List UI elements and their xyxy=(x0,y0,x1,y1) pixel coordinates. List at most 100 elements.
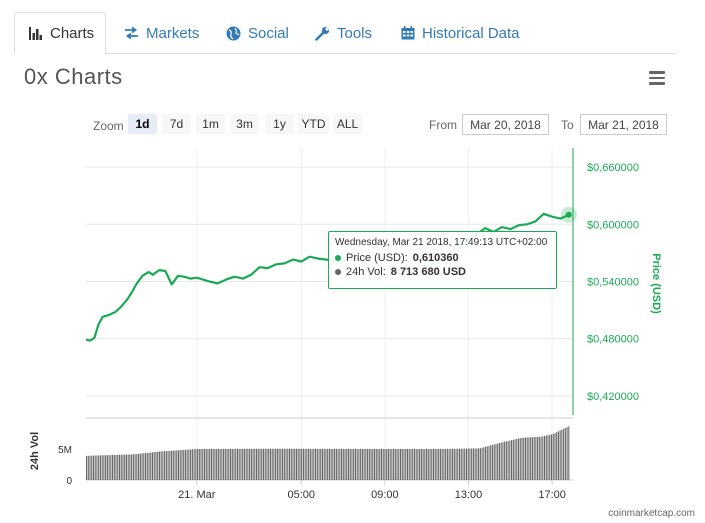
zoom-all-button[interactable]: ALL xyxy=(333,114,362,134)
price-tick-label: $0,420000 xyxy=(587,391,639,403)
volume-bar xyxy=(488,445,490,480)
volume-bar xyxy=(259,448,261,480)
volume-bar xyxy=(559,430,561,480)
hamburger-menu-icon[interactable] xyxy=(649,71,665,85)
volume-bar xyxy=(273,448,275,480)
from-date-input[interactable]: Mar 20, 2018 xyxy=(462,114,549,135)
volume-bar xyxy=(323,448,325,480)
volume-bar xyxy=(516,438,518,480)
volume-bar xyxy=(434,449,436,480)
volume-bar xyxy=(238,448,240,480)
volume-bar xyxy=(476,448,478,480)
zoom-7d-button[interactable]: 7d xyxy=(162,114,191,134)
volume-bar xyxy=(160,451,162,480)
volume-bar xyxy=(346,448,348,480)
volume-bar xyxy=(153,452,155,480)
volume-bar xyxy=(139,453,141,480)
zoom-ytd-button[interactable]: YTD xyxy=(298,114,329,134)
volume-bar xyxy=(410,449,412,480)
volume-bar xyxy=(136,454,138,480)
tab-historical-data-label: Historical Data xyxy=(422,24,520,42)
volume-bar xyxy=(221,448,223,480)
price-tick-label: $0,480000 xyxy=(587,334,639,346)
wrench-icon xyxy=(315,26,330,41)
volume-bar xyxy=(537,436,539,480)
volume-bar xyxy=(242,448,244,480)
volume-bar xyxy=(443,448,445,480)
tab-charts[interactable]: Charts xyxy=(14,12,106,55)
volume-bar xyxy=(361,448,363,480)
volume-bar xyxy=(462,448,464,480)
volume-bar xyxy=(181,450,183,480)
volume-bar xyxy=(233,448,235,480)
volume-bar xyxy=(498,443,500,480)
credit-text[interactable]: coinmarketcap.com xyxy=(608,508,695,519)
volume-bar xyxy=(245,448,247,480)
price-tick-label: $0,540000 xyxy=(587,277,639,289)
volume-bar xyxy=(174,450,176,480)
volume-bar xyxy=(308,448,310,480)
volume-bar xyxy=(186,449,188,480)
volume-bar xyxy=(427,449,429,480)
tab-social[interactable]: Social xyxy=(216,12,299,54)
volume-bar xyxy=(205,448,207,480)
volume-bar xyxy=(356,448,358,480)
volume-bar xyxy=(229,448,232,480)
volume-bar xyxy=(360,448,362,480)
volume-bar xyxy=(240,448,242,480)
tab-markets[interactable]: Markets xyxy=(114,12,209,54)
volume-tick-label: 5M xyxy=(58,445,72,456)
volume-bar xyxy=(106,455,108,480)
volume-bar xyxy=(224,448,226,480)
volume-bar xyxy=(86,455,88,480)
volume-bar xyxy=(92,455,95,480)
volume-bar xyxy=(306,448,308,480)
price-volume-chart[interactable]: $0,420000 $0,480000 $0,540000 $0,600000 $0,6… xyxy=(0,140,705,505)
x-tick-label: 05:00 xyxy=(288,489,316,501)
tab-markets-label: Markets xyxy=(146,24,200,42)
volume-bar xyxy=(373,449,376,480)
volume-bar xyxy=(103,455,105,480)
volume-bar xyxy=(243,448,245,480)
volume-bar xyxy=(465,448,468,480)
zoom-1m-button[interactable]: 1m xyxy=(196,114,225,134)
zoom-1d-button[interactable]: 1d xyxy=(128,114,157,134)
tab-tools-label: Tools xyxy=(337,24,373,42)
tab-historical-data[interactable]: Historical Data xyxy=(391,12,530,54)
volume-bar xyxy=(538,436,540,480)
volume-bar xyxy=(318,448,320,480)
volume-bar xyxy=(288,448,291,480)
volume-bar xyxy=(283,448,285,480)
volume-bar xyxy=(375,449,377,480)
volume-bar xyxy=(280,448,282,480)
volume-bar xyxy=(177,450,180,480)
zoom-3m-button[interactable]: 3m xyxy=(230,114,259,134)
volume-bar xyxy=(254,448,256,480)
volume-bar xyxy=(401,449,403,480)
volume-bar xyxy=(438,448,440,480)
volume-bar xyxy=(469,448,471,480)
to-date-input[interactable]: Mar 21, 2018 xyxy=(580,114,667,135)
tab-tools[interactable]: Tools xyxy=(305,12,382,54)
volume-bar xyxy=(282,448,284,480)
volume-bar xyxy=(228,448,230,480)
x-tick-label: 21. Mar xyxy=(178,489,216,501)
volume-bar xyxy=(504,441,506,480)
volume-bar xyxy=(183,449,185,480)
volume-bar xyxy=(209,448,211,480)
volume-bar xyxy=(325,448,327,480)
volume-axis-title: 24h Vol xyxy=(29,432,41,470)
volume-bar xyxy=(557,431,559,480)
volume-bar xyxy=(413,449,415,480)
volume-bar xyxy=(143,453,145,480)
volume-bar xyxy=(358,448,360,480)
volume-bar xyxy=(236,448,239,480)
volume-bar xyxy=(561,429,563,480)
volume-bar xyxy=(554,433,556,480)
volume-bar xyxy=(176,450,178,480)
volume-bar xyxy=(429,449,431,480)
volume-bar xyxy=(491,444,494,480)
volume-bar xyxy=(91,455,93,480)
volume-bar xyxy=(113,454,115,480)
zoom-1y-button[interactable]: 1y xyxy=(265,114,294,134)
